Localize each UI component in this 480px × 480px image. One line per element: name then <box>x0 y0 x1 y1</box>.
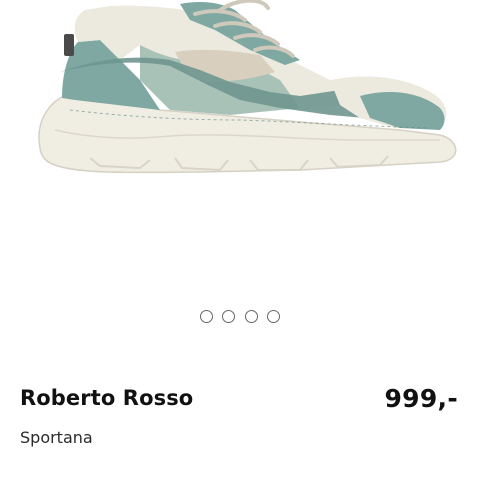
sneaker-image-icon <box>38 0 457 174</box>
carousel-dot-1[interactable] <box>199 310 213 323</box>
image-carousel-dots <box>0 310 480 323</box>
carousel-dot-2[interactable] <box>222 310 236 323</box>
product-price: 999,- <box>384 384 458 413</box>
carousel-dot-3[interactable] <box>244 310 258 323</box>
product-store[interactable]: Sportana <box>20 428 93 447</box>
product-brand[interactable]: Roberto Rosso <box>20 386 193 410</box>
carousel-dot-4[interactable] <box>267 310 281 323</box>
product-image[interactable] <box>0 0 480 200</box>
